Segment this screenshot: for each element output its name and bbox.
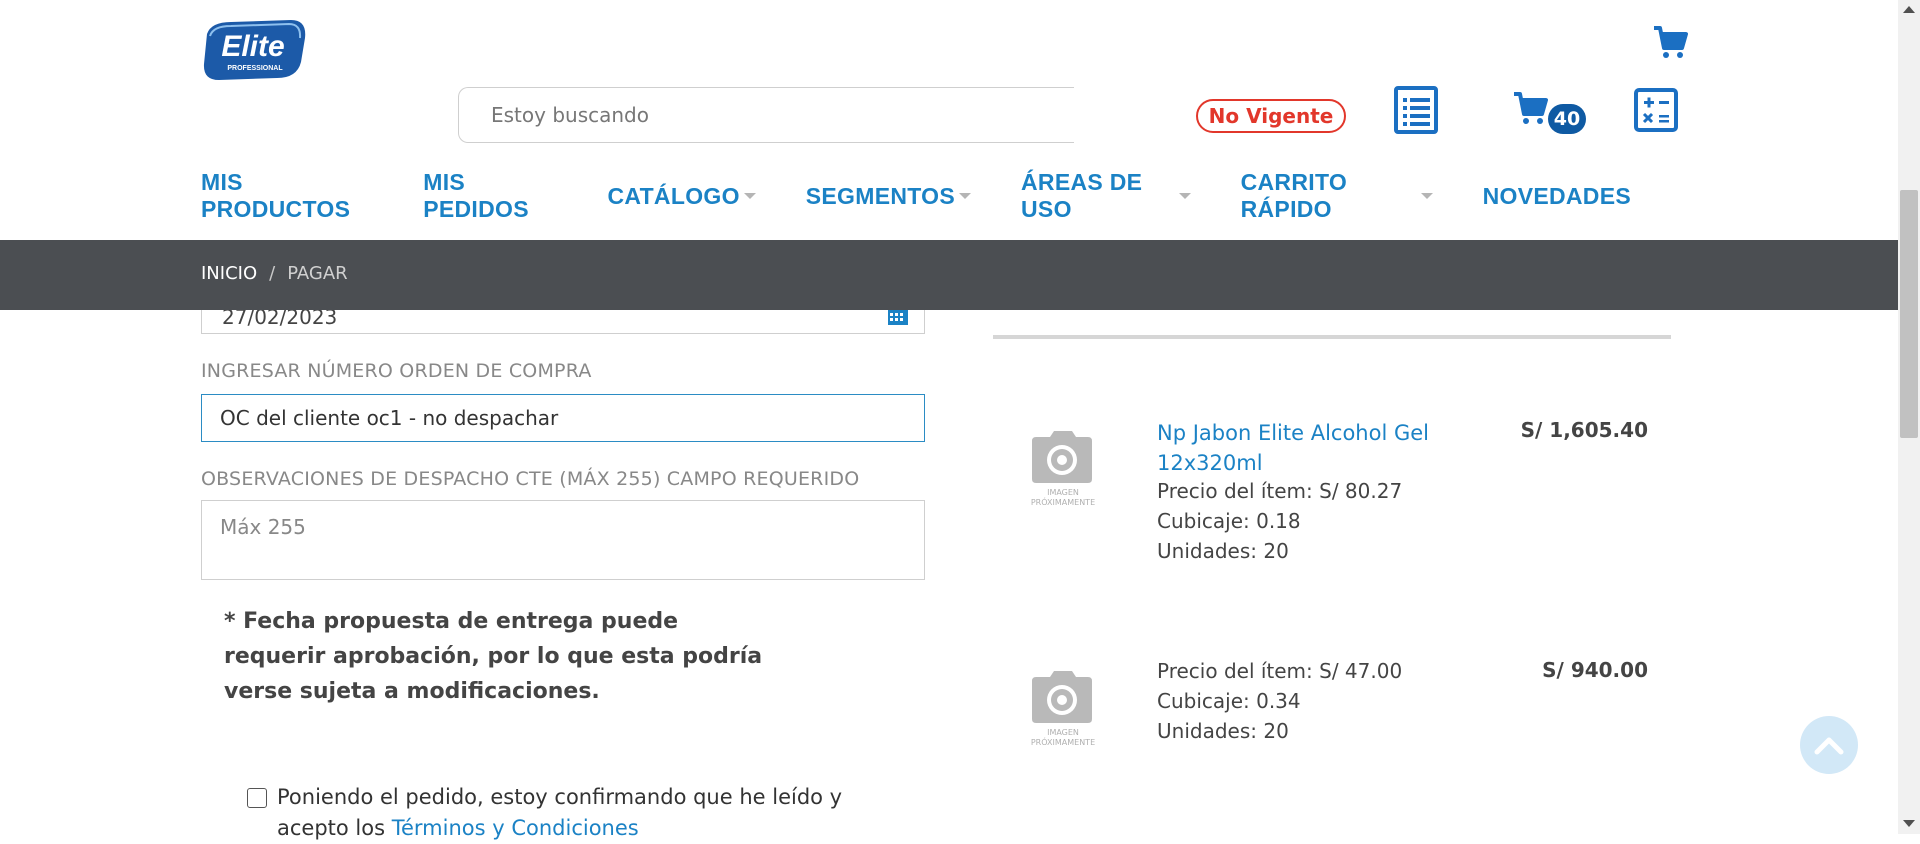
delivery-date-note: * Fecha propuesta de entrega puede reque…	[224, 609, 763, 704]
logo-subtext: PROFESSIONAL	[227, 65, 283, 72]
search-input[interactable]	[458, 87, 1074, 143]
terms-link[interactable]: Términos y Condiciones	[392, 816, 639, 840]
dispatch-notes-textarea[interactable]	[201, 500, 925, 580]
breadcrumb-bar: INICIO / PAGAR	[0, 240, 1898, 310]
product-image-placeholder: IMAGEN PRÓXIMAMENTE	[1012, 425, 1114, 507]
scroll-down-arrow-icon[interactable]	[1903, 820, 1915, 827]
main-nav: MIS PRODUCTOS MIS PEDIDOS CATÁLOGO SEGME…	[201, 169, 1681, 222]
nav-novedades[interactable]: NOVEDADES	[1483, 176, 1631, 216]
status-badge: No Vigente	[1196, 99, 1346, 133]
caret-down-icon	[959, 193, 972, 199]
product-cubicaje: Cubicaje: 0.34	[1157, 689, 1301, 713]
purchase-order-input[interactable]	[201, 394, 925, 442]
caret-down-icon	[1178, 193, 1191, 199]
caret-down-icon	[1420, 193, 1433, 199]
calculator-icon[interactable]	[1634, 88, 1678, 132]
image-caption: PRÓXIMAMENTE	[1031, 736, 1095, 747]
terms-text: Poniendo el pedido, estoy confirmando qu…	[277, 785, 843, 840]
image-caption: PRÓXIMAMENTE	[1031, 496, 1095, 507]
elite-logo[interactable]: Elite PROFESSIONAL	[201, 18, 308, 81]
summary-divider	[993, 335, 1671, 339]
back-to-top-button[interactable]	[1800, 716, 1858, 774]
nav-segmentos[interactable]: SEGMENTOS	[806, 176, 972, 216]
logo-text: Elite	[221, 30, 284, 63]
order-list-icon[interactable]	[1394, 86, 1438, 134]
nav-carrito-rapido[interactable]: CARRITO RÁPIDO	[1241, 169, 1433, 222]
breadcrumb: INICIO / PAGAR	[201, 263, 348, 284]
chevron-up-icon	[1814, 737, 1844, 755]
nav-mis-productos[interactable]: MIS PRODUCTOS	[201, 169, 373, 222]
breadcrumb-current: PAGAR	[287, 263, 348, 284]
breadcrumb-separator: /	[269, 263, 276, 284]
product-total-price: S/ 1,605.40	[1520, 418, 1648, 442]
nav-mis-pedidos[interactable]: MIS PEDIDOS	[423, 169, 557, 222]
cart-count-badge: 40	[1548, 104, 1586, 134]
image-caption: IMAGEN	[1047, 488, 1079, 497]
scroll-up-arrow-icon[interactable]	[1903, 6, 1915, 13]
product-units: Unidades: 20	[1157, 539, 1289, 563]
purchase-order-label: INGRESAR NÚMERO ORDEN DE COMPRA	[201, 360, 592, 382]
scrollbar-thumb[interactable]	[1900, 190, 1918, 438]
product-unit-price: Precio del ítem: S/ 47.00	[1157, 659, 1403, 683]
nav-catalogo[interactable]: CATÁLOGO	[607, 176, 756, 216]
product-units: Unidades: 20	[1157, 719, 1289, 743]
dispatch-notes-label: OBSERVACIONES DE DESPACHO CTE (MÁX 255) …	[201, 468, 860, 490]
caret-down-icon	[743, 193, 756, 199]
product-title-link[interactable]: Np Jabon Elite Alcohol Gel 12x320ml	[1157, 418, 1457, 478]
terms-checkbox[interactable]	[247, 788, 267, 808]
nav-areas-de-uso[interactable]: ÁREAS DE USO	[1021, 169, 1191, 222]
breadcrumb-home[interactable]: INICIO	[201, 263, 257, 284]
header-cart-button[interactable]: 40	[1512, 90, 1598, 134]
cart-icon[interactable]	[1652, 24, 1688, 60]
product-image-placeholder: IMAGEN PRÓXIMAMENTE	[1012, 665, 1114, 747]
product-cubicaje: Cubicaje: 0.18	[1157, 509, 1301, 533]
product-unit-price: Precio del ítem: S/ 80.27	[1157, 479, 1403, 503]
calendar-icon[interactable]	[888, 309, 908, 325]
product-total-price: S/ 940.00	[1542, 658, 1648, 682]
cart-icon	[1514, 92, 1548, 124]
image-caption: IMAGEN	[1047, 728, 1079, 737]
